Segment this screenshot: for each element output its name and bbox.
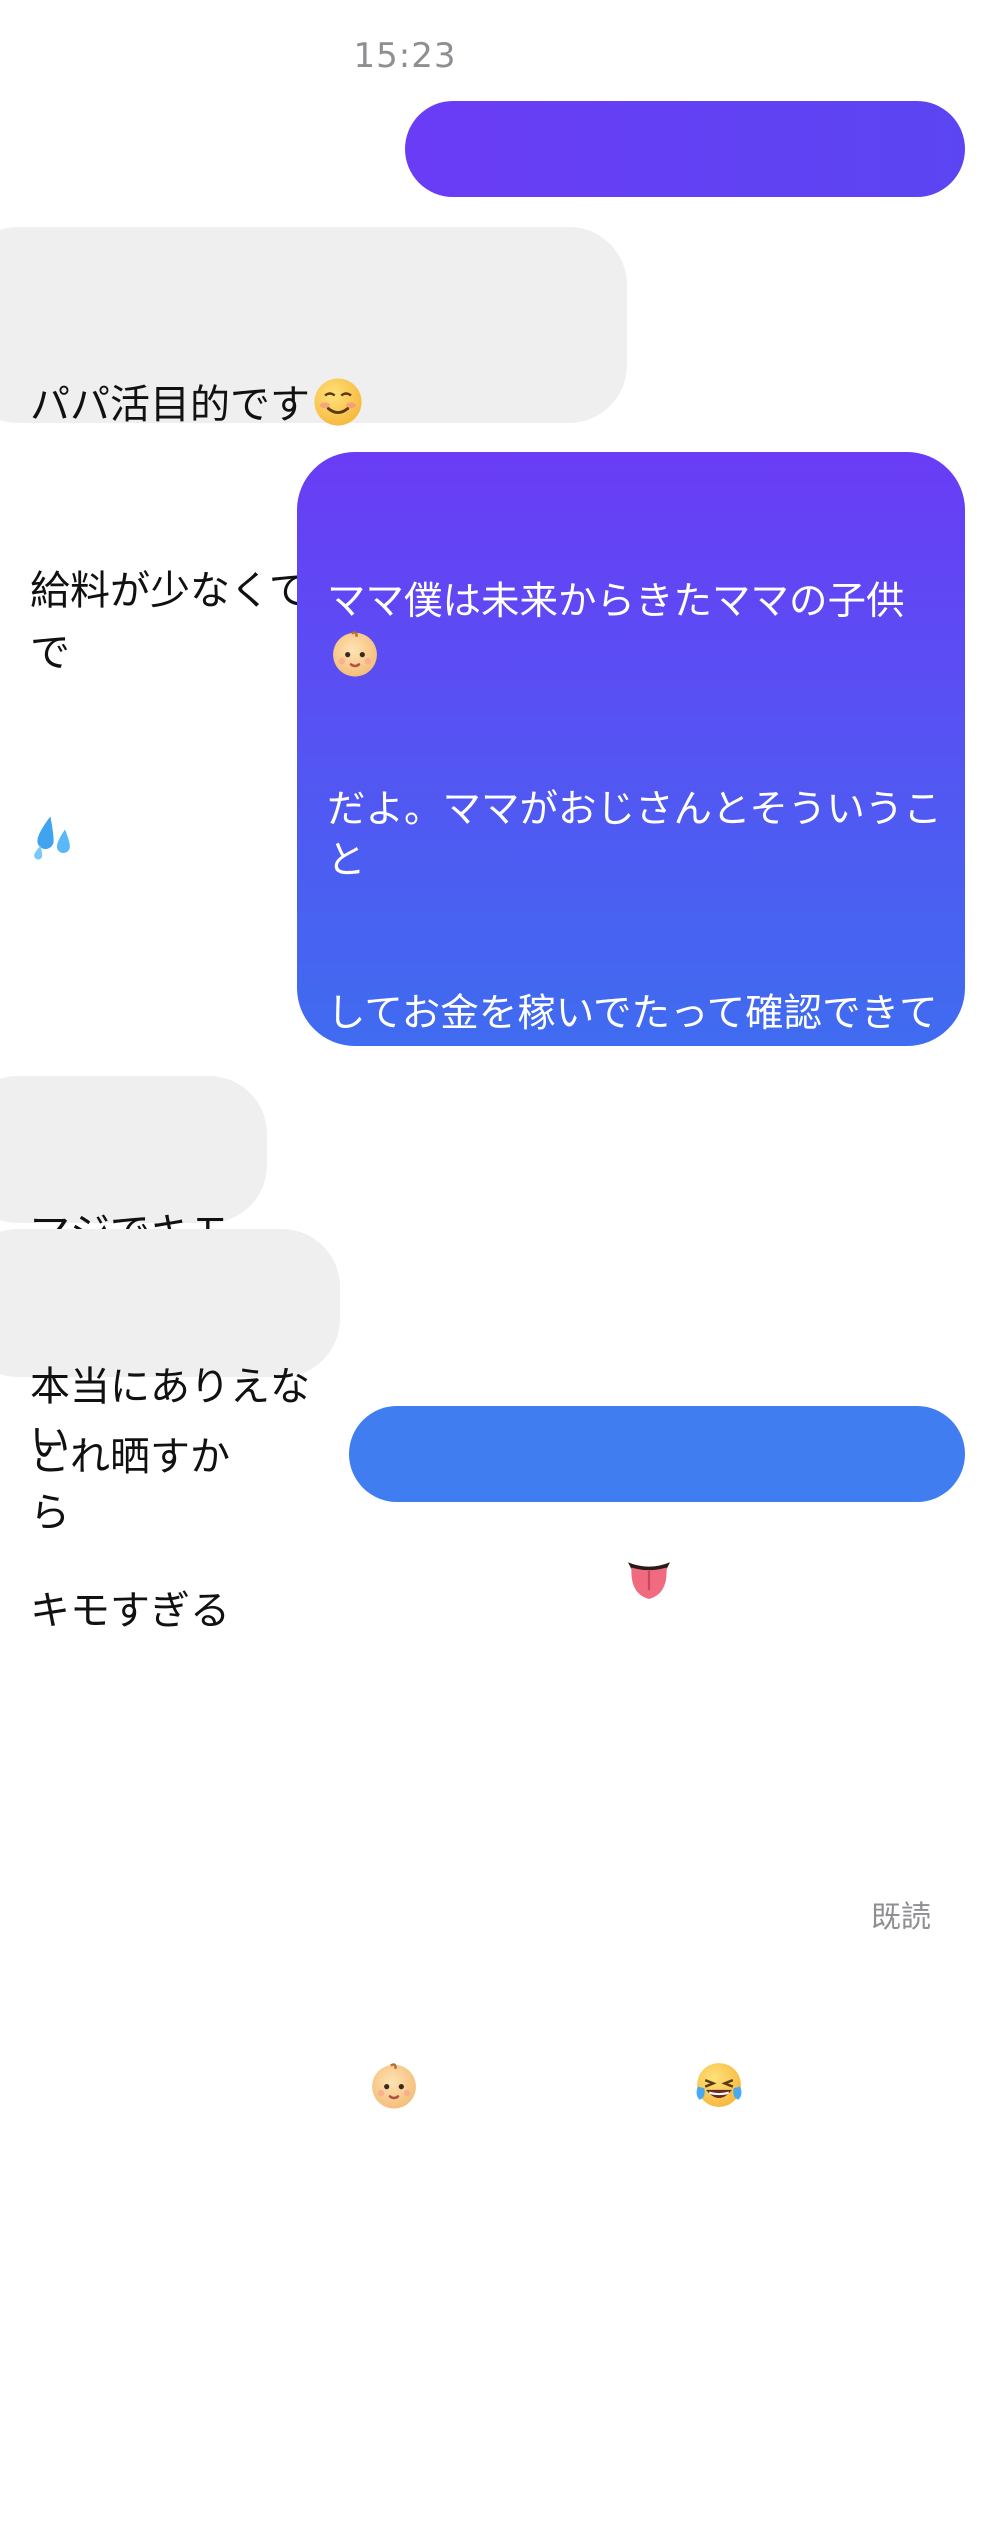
outgoing-message-bubble[interactable]: ベロベロベロ （おじさんの舌） [349,1406,965,1664]
sweat-droplets-icon [34,816,70,860]
tears-of-joy-icon [696,2063,742,2107]
message-text-line: 僕は悲しいなぁ… [327,2059,955,2114]
incoming-message-bubble[interactable]: パパ活目的です 給料が少なくて、生活がカツカツで [0,227,627,860]
outgoing-message-bubble[interactable]: ママ僕は未来からきたママの子供 だよ。ママがおじさんとそういうこと してお金を稼… [297,452,965,2468]
message-text-line: キモすぎる [30,1588,230,1634]
message-text-line: ママ僕は未来からきたママの子供 [327,576,955,682]
incoming-message-bubble[interactable]: 本当にありえない キモすぎる [0,1229,340,1634]
message-text-line: ないけど風俗嬢と同じだよ‼︎ [327,1909,808,1954]
tongue-icon [628,1562,670,1599]
incoming-message-bubble[interactable]: マジでキモい これ晒すから [0,1076,267,1536]
message-text-line: だよ。ママがおじさんとそういうこと [327,787,942,883]
baby-face-icon [371,2063,416,2109]
message-text-line: パパ活目的です [30,374,627,436]
baby-face-icon [333,631,377,677]
message-text-line: してお金を稼いでたって確認できてす [327,991,938,1087]
message-text-line: おじさんのちんちんを受け入れたおま [327,2219,944,2315]
read-receipt: 既読 [871,1900,931,1935]
message-text-line: ベロベロベロ （おじさんの舌） [379,1548,965,1672]
smiling-face-icon [314,378,362,426]
message-text-line: 本当にありえない [30,1364,310,1466]
outgoing-message-bubble[interactable]: 何目的でやられてるんですか？ [405,101,965,362]
message-text-line: んこから生まれたんだよね… [327,2423,828,2468]
message-text-line: ごい悲しくなっちゃった… [327,1195,790,1240]
message-timestamp: 15:23 [353,36,457,76]
